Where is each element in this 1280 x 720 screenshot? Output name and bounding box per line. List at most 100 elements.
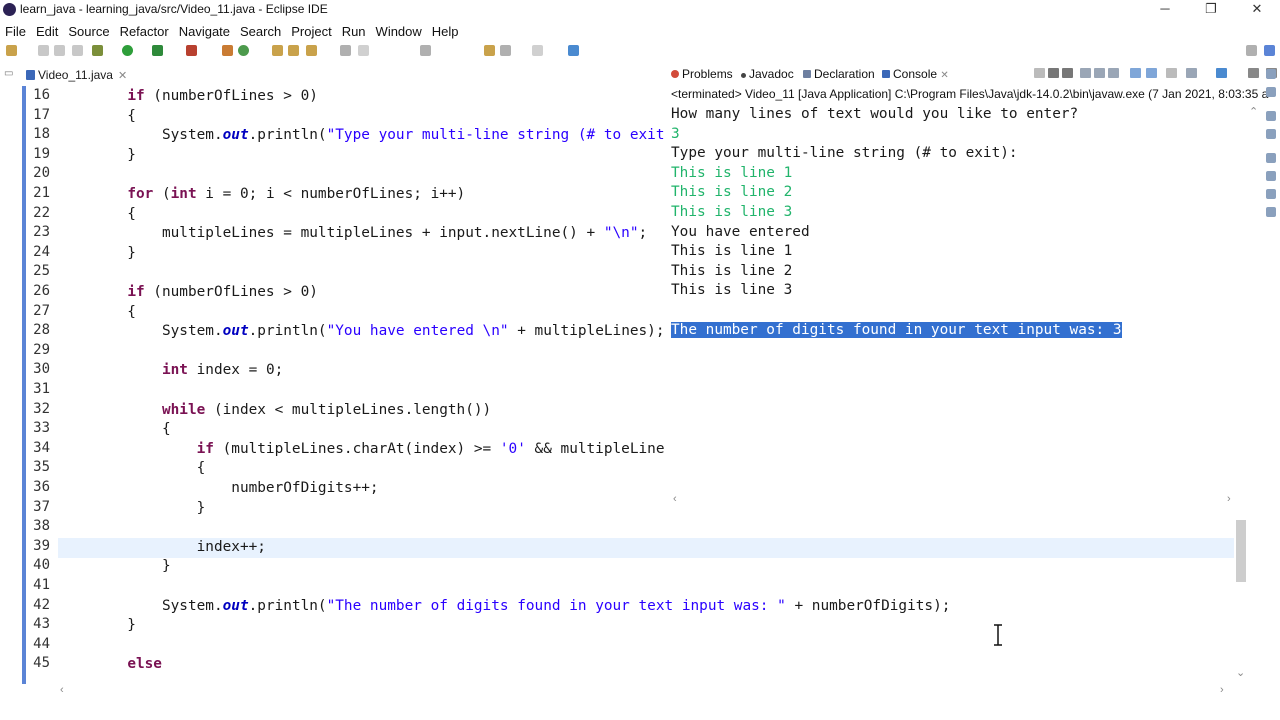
console-horizontal-scrollbar[interactable]: ‹ › (671, 493, 1241, 509)
new-icon[interactable] (6, 45, 17, 56)
open-type-icon[interactable] (272, 45, 283, 56)
menu-file[interactable]: File (0, 21, 31, 39)
line-number: 37 (33, 499, 50, 515)
editor-tab-bar: ▭ Video_11.java ✕ (0, 63, 665, 87)
restore-icon[interactable] (1266, 69, 1276, 79)
line-number: 19 (33, 146, 50, 162)
save-all-icon[interactable] (54, 45, 65, 56)
show-on-stdout-icon[interactable] (1130, 68, 1141, 78)
print-icon[interactable] (72, 45, 83, 56)
javadoc-trim-icon[interactable] (1266, 171, 1276, 181)
scroll-up-icon[interactable]: ⌃ (1249, 105, 1258, 118)
problems-trim-icon[interactable] (1266, 153, 1276, 163)
menu-project[interactable]: Project (286, 21, 336, 39)
console-vertical-scrollbar[interactable]: ⌃ (1247, 105, 1261, 495)
tab-declaration[interactable]: Declaration (803, 67, 875, 81)
minimize-button[interactable]: ─ (1142, 0, 1188, 20)
menu-refactor[interactable]: Refactor (115, 21, 174, 39)
line-number: 38 (33, 518, 50, 534)
scroll-lock-icon[interactable] (1094, 68, 1105, 78)
search-toolbar-icon[interactable] (306, 45, 317, 56)
forward-icon[interactable] (532, 45, 543, 56)
line-number: 28 (33, 322, 50, 338)
scroll-right-icon[interactable]: › (1227, 493, 1231, 505)
menu-window[interactable]: Window (371, 21, 427, 39)
view-menu-icon[interactable] (1248, 68, 1259, 78)
open-folder-icon[interactable] (288, 45, 299, 56)
line-number: 22 (33, 205, 50, 221)
menu-search[interactable]: Search (235, 21, 286, 39)
outline-icon[interactable] (1266, 111, 1276, 121)
console-line: This is line 2 (671, 184, 793, 200)
line-number: 31 (33, 381, 50, 397)
remove-launch-icon[interactable] (1048, 68, 1059, 78)
back-icon[interactable] (500, 45, 511, 56)
show-on-stderr-icon[interactable] (1146, 68, 1157, 78)
line-number: 25 (33, 263, 50, 279)
display-selected-console-icon[interactable] (1186, 68, 1197, 78)
annotation-icon[interactable] (358, 45, 369, 56)
code-line: } (58, 500, 206, 516)
status-bar (0, 700, 1280, 720)
scrollbar-thumb[interactable] (1236, 520, 1246, 582)
pin-console-icon[interactable] (1166, 68, 1177, 78)
new-java-project-icon[interactable] (222, 45, 233, 56)
console-launch-header: <terminated> Video_11 [Java Application]… (671, 87, 1269, 101)
java-file-icon (26, 70, 35, 80)
close-window-button[interactable]: ✕ (1234, 0, 1280, 20)
scroll-left-icon[interactable]: ‹ (60, 684, 64, 696)
last-edit-icon[interactable] (484, 45, 495, 56)
main-toolbar (0, 42, 1280, 96)
java-perspective-icon[interactable] (1264, 45, 1275, 56)
coverage-icon[interactable] (152, 45, 163, 56)
console-trim-icon[interactable] (1266, 207, 1276, 217)
open-console-icon[interactable] (1216, 68, 1227, 78)
task-list-icon[interactable] (1266, 129, 1276, 139)
scroll-down-icon[interactable]: ⌄ (1236, 666, 1245, 679)
declaration-trim-icon[interactable] (1266, 189, 1276, 199)
line-number: 21 (33, 185, 50, 201)
scroll-right-icon[interactable]: › (1220, 684, 1224, 696)
tab-video-11-java[interactable]: Video_11.java ✕ (26, 65, 132, 87)
console-line: How many lines of text would you like to… (671, 106, 1079, 122)
close-tab-icon[interactable]: ✕ (118, 70, 127, 82)
editor-vertical-scrollbar[interactable]: ⌄ (1234, 520, 1250, 684)
code-line: } (58, 245, 136, 261)
window-title: learn_java - learning_java/src/Video_11.… (20, 2, 328, 16)
menu-run[interactable]: Run (337, 21, 371, 39)
next-annotation-icon[interactable] (420, 45, 431, 56)
menu-navigate[interactable]: Navigate (174, 21, 235, 39)
tab-console[interactable]: Console ✕ (882, 67, 949, 81)
open-perspective-icon[interactable] (1246, 45, 1257, 56)
minimize-editor-icon[interactable]: ▭ (4, 68, 13, 79)
tab-javadoc[interactable]: Javadoc (741, 67, 794, 81)
code-line: while (index < multipleLines.length()) (161, 402, 492, 418)
debug-icon[interactable] (92, 45, 103, 56)
console-output[interactable]: How many lines of text would you like to… (671, 105, 1241, 495)
line-number: 23 (33, 224, 50, 240)
console-view: Problems Javadoc Declaration Console ✕ <… (667, 63, 1280, 513)
restore-button[interactable]: ❐ (1188, 0, 1234, 20)
menu-help[interactable]: Help (427, 21, 464, 39)
toggle-mark-occurrences-icon[interactable] (340, 45, 351, 56)
code-line: { (58, 421, 171, 437)
close-console-icon[interactable]: ✕ (940, 70, 948, 81)
word-wrap-icon[interactable] (1108, 68, 1119, 78)
package-explorer-icon[interactable] (1266, 87, 1276, 97)
pin-editor-icon[interactable] (568, 45, 579, 56)
external-tools-icon[interactable] (186, 45, 197, 56)
code-line: } (58, 147, 136, 163)
new-class-icon[interactable] (238, 45, 249, 56)
clear-console-icon[interactable] (1080, 68, 1091, 78)
run-icon[interactable] (122, 45, 133, 56)
scroll-left-icon[interactable]: ‹ (673, 493, 677, 505)
save-icon[interactable] (38, 45, 49, 56)
editor-horizontal-scrollbar[interactable]: ‹ › (58, 684, 1234, 700)
menu-edit[interactable]: Edit (31, 21, 63, 39)
code-line: if (numberOfLines > 0) (127, 284, 318, 300)
remove-all-icon[interactable] (1062, 68, 1073, 78)
tab-problems[interactable]: Problems (671, 67, 733, 81)
console-line: 3 (671, 126, 680, 142)
menu-source[interactable]: Source (63, 21, 114, 39)
terminate-icon[interactable] (1034, 68, 1045, 78)
